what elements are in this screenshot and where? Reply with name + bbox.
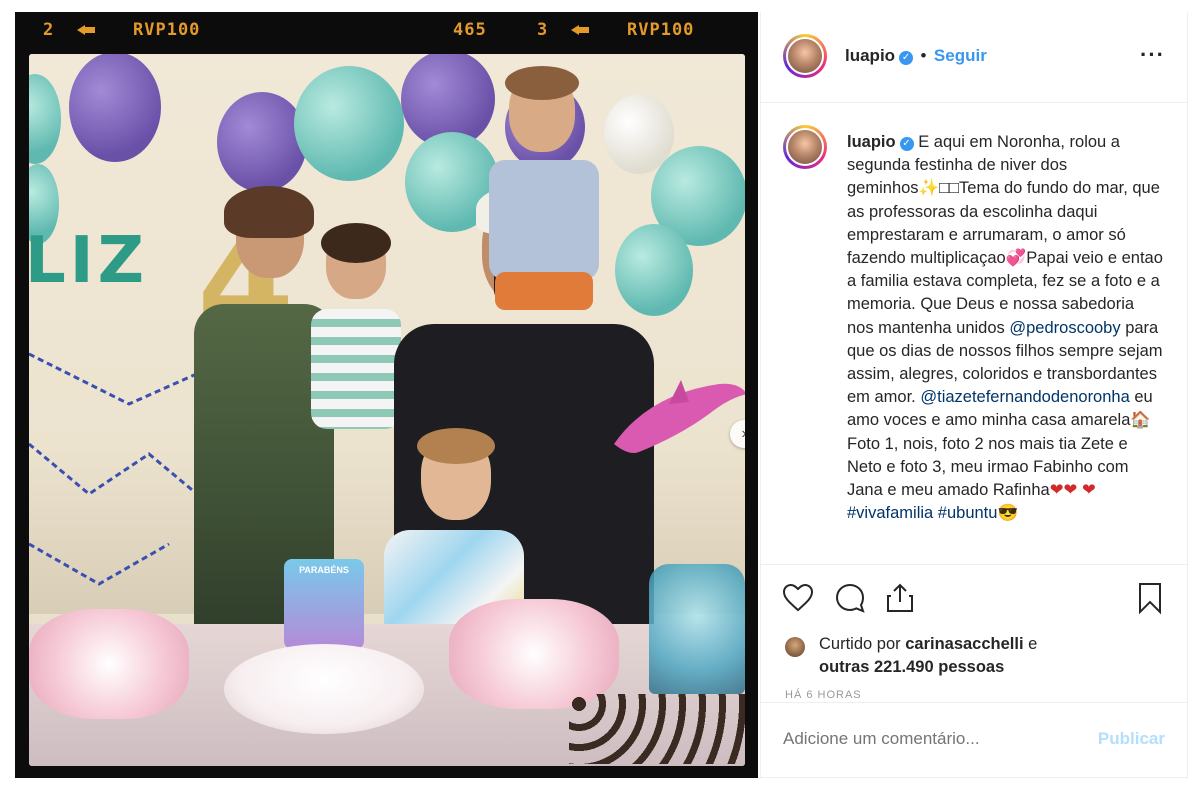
mention-link[interactable]: @pedroscooby xyxy=(1009,319,1120,337)
avatar[interactable] xyxy=(783,34,827,78)
film-counter: 465 xyxy=(453,20,487,40)
liker-username[interactable]: carinasacchelli xyxy=(905,635,1023,653)
post-header: luapio ✓ • Seguir ··· xyxy=(761,12,1187,103)
balloon xyxy=(69,54,161,162)
comment-box: Publicar xyxy=(761,702,1187,779)
pompom-decoration xyxy=(29,609,189,719)
balloon xyxy=(294,66,404,181)
caption-username[interactable]: luapio xyxy=(847,133,896,151)
caption-avatar[interactable] xyxy=(783,125,827,169)
header-username[interactable]: luapio xyxy=(845,46,895,65)
likes-summary: Curtido por carinasacchelli e outras 221… xyxy=(819,633,1037,679)
likes-prefix: Curtido por xyxy=(819,635,901,653)
caption-emoji: 😎 xyxy=(997,504,1018,523)
likes-count[interactable]: outras 221.490 pessoas xyxy=(819,658,1004,676)
header-user-line: luapio ✓ • Seguir xyxy=(845,46,987,66)
caption-area: luapio ✓ E aqui em Noronha, rolou a segun… xyxy=(761,103,1187,563)
caption-body: E aqui em Noronha, rolou a segunda festi… xyxy=(847,133,1163,337)
header-separator: • xyxy=(920,46,927,65)
post-sidebar: luapio ✓ • Seguir ··· luapio ✓ E aqui em N… xyxy=(760,12,1188,778)
share-icon[interactable] xyxy=(883,581,917,615)
caption-text: luapio ✓ E aqui em Noronha, rolou a segun… xyxy=(847,131,1163,525)
post-photo[interactable]: LIZ 4 PARABÉNS xyxy=(29,54,745,766)
verified-badge-icon: ✓ xyxy=(899,137,914,151)
film-arrow-icon xyxy=(561,20,589,40)
film-label: RVP100 xyxy=(133,20,201,40)
boy-on-shoulders-figure xyxy=(469,66,619,322)
heart-icon[interactable] xyxy=(781,581,815,615)
film-frame-number: 2 xyxy=(43,20,55,40)
birthday-banner: LIZ xyxy=(29,224,148,298)
follow-button[interactable]: Seguir xyxy=(934,46,987,65)
comment-input[interactable] xyxy=(783,729,1043,749)
bookmark-icon[interactable] xyxy=(1133,581,1167,615)
gift-decoration xyxy=(649,564,745,694)
film-arrow-icon xyxy=(67,20,95,40)
mention-link[interactable]: @tiazetefernandodenoronha xyxy=(920,388,1129,406)
balloon xyxy=(217,92,307,192)
pompom-decoration xyxy=(449,599,619,709)
film-strip: 2 RVP100 465 3 RVP100 xyxy=(15,12,758,52)
birthday-cake xyxy=(224,644,424,734)
cake-topper-text: PARABÉNS xyxy=(299,565,349,575)
film-frame-number: 3 xyxy=(537,20,549,40)
chevron-right-icon: › xyxy=(741,425,745,442)
verified-badge-icon: ✓ xyxy=(899,51,914,65)
photo-frame: 2 RVP100 465 3 RVP100 LIZ 4 PARABÉNS xyxy=(15,12,758,778)
comment-icon[interactable] xyxy=(833,581,867,615)
cake-topper: PARABÉNS xyxy=(284,559,364,649)
hashtag-link[interactable]: #ubuntu xyxy=(938,504,998,522)
dolphin-balloon xyxy=(614,380,745,453)
more-options-icon[interactable]: ··· xyxy=(1140,42,1165,68)
post-timestamp[interactable]: HÁ 6 HORAS xyxy=(785,689,862,701)
heart-emoji: ❤❤ ❤ xyxy=(1049,481,1096,500)
hashtag-link[interactable]: #vivafamilia xyxy=(847,504,933,522)
publish-button[interactable]: Publicar xyxy=(1098,729,1165,749)
chocolate-treats xyxy=(569,694,745,764)
liker-avatar[interactable] xyxy=(785,637,805,657)
film-label: RVP100 xyxy=(627,20,695,40)
likes-conjunction: e xyxy=(1028,635,1038,653)
